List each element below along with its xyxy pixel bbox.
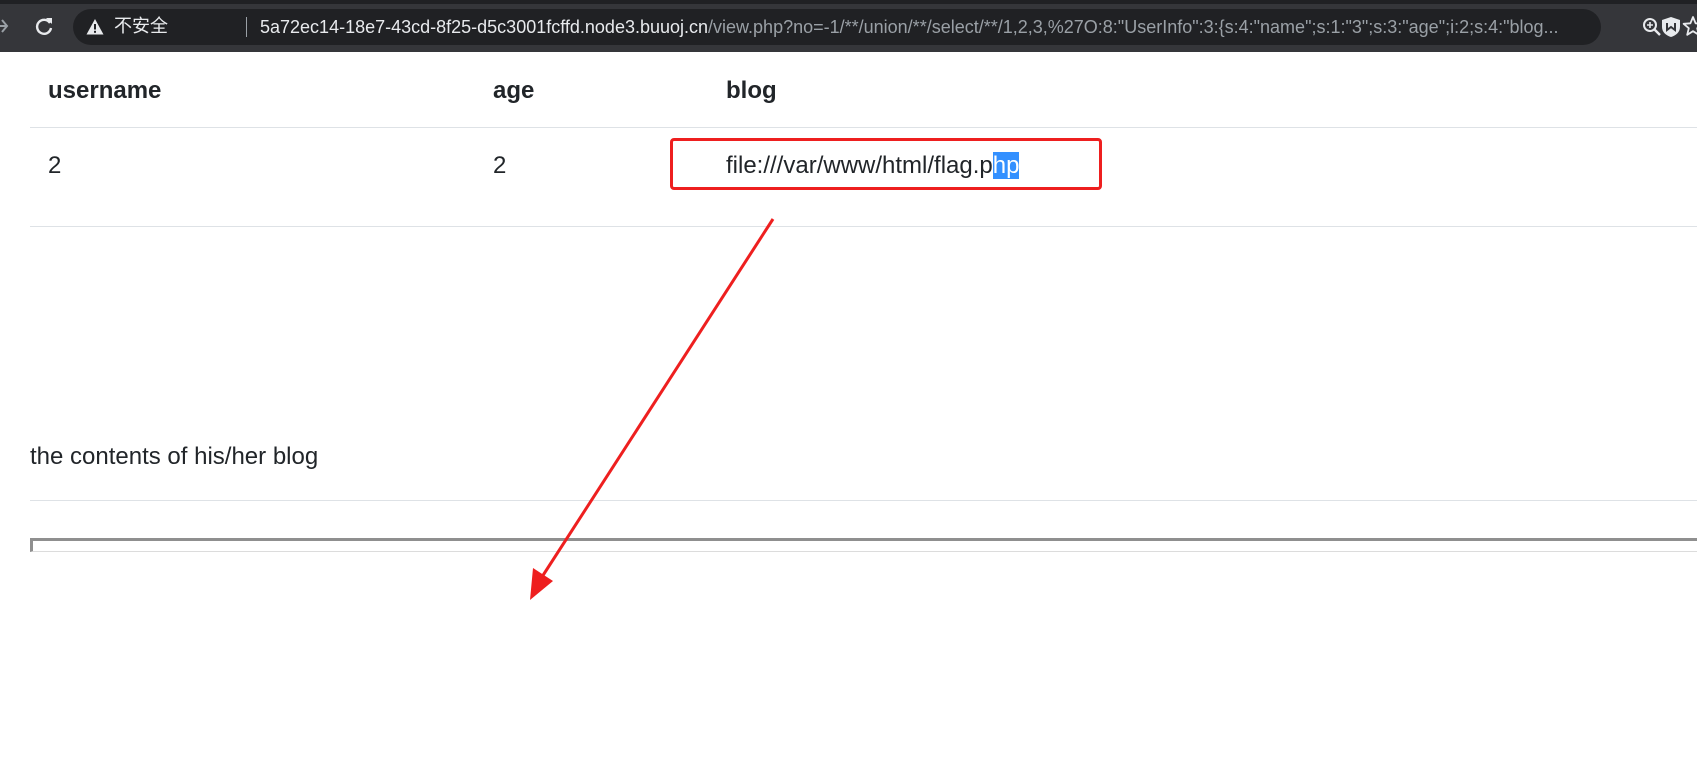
tab-strip (0, 0, 1697, 4)
address-bar[interactable]: 不安全 5a72ec14-18e7-43cd-8f25-d5c3001fcffd… (73, 9, 1697, 45)
cell-age: 2 (493, 152, 507, 179)
content-divider (30, 500, 1697, 501)
url-text[interactable]: 5a72ec14-18e7-43cd-8f25-d5c3001fcffd.nod… (260, 9, 1630, 45)
address-separator (246, 17, 247, 37)
browser-toolbar: 不安全 5a72ec14-18e7-43cd-8f25-d5c3001fcffd… (0, 0, 1697, 52)
header-blog: blog (726, 77, 777, 104)
reload-icon[interactable] (33, 15, 55, 37)
forward-arrow-icon[interactable] (0, 15, 16, 37)
zoom-icon[interactable] (1642, 17, 1662, 37)
red-arrow-annotation (530, 218, 775, 600)
cell-username: 2 (48, 152, 62, 179)
star-icon[interactable] (1682, 15, 1697, 37)
warning-icon[interactable] (86, 18, 104, 36)
header-username: username (48, 77, 162, 104)
table-header-divider (30, 127, 1697, 128)
url-host: 5a72ec14-18e7-43cd-8f25-d5c3001fcffd.nod… (260, 17, 709, 37)
header-age: age (493, 77, 535, 104)
red-highlight-box (670, 138, 1102, 190)
shield-extension-icon[interactable] (1661, 16, 1681, 38)
blog-contents-label: the contents of his/her blog (30, 443, 319, 470)
url-path: /view.php?no=-1/**/union/**/select/**/1,… (708, 17, 1559, 37)
table-row-divider (30, 226, 1697, 227)
security-label[interactable]: 不安全 (114, 9, 168, 45)
blog-iframe[interactable] (30, 538, 1697, 552)
